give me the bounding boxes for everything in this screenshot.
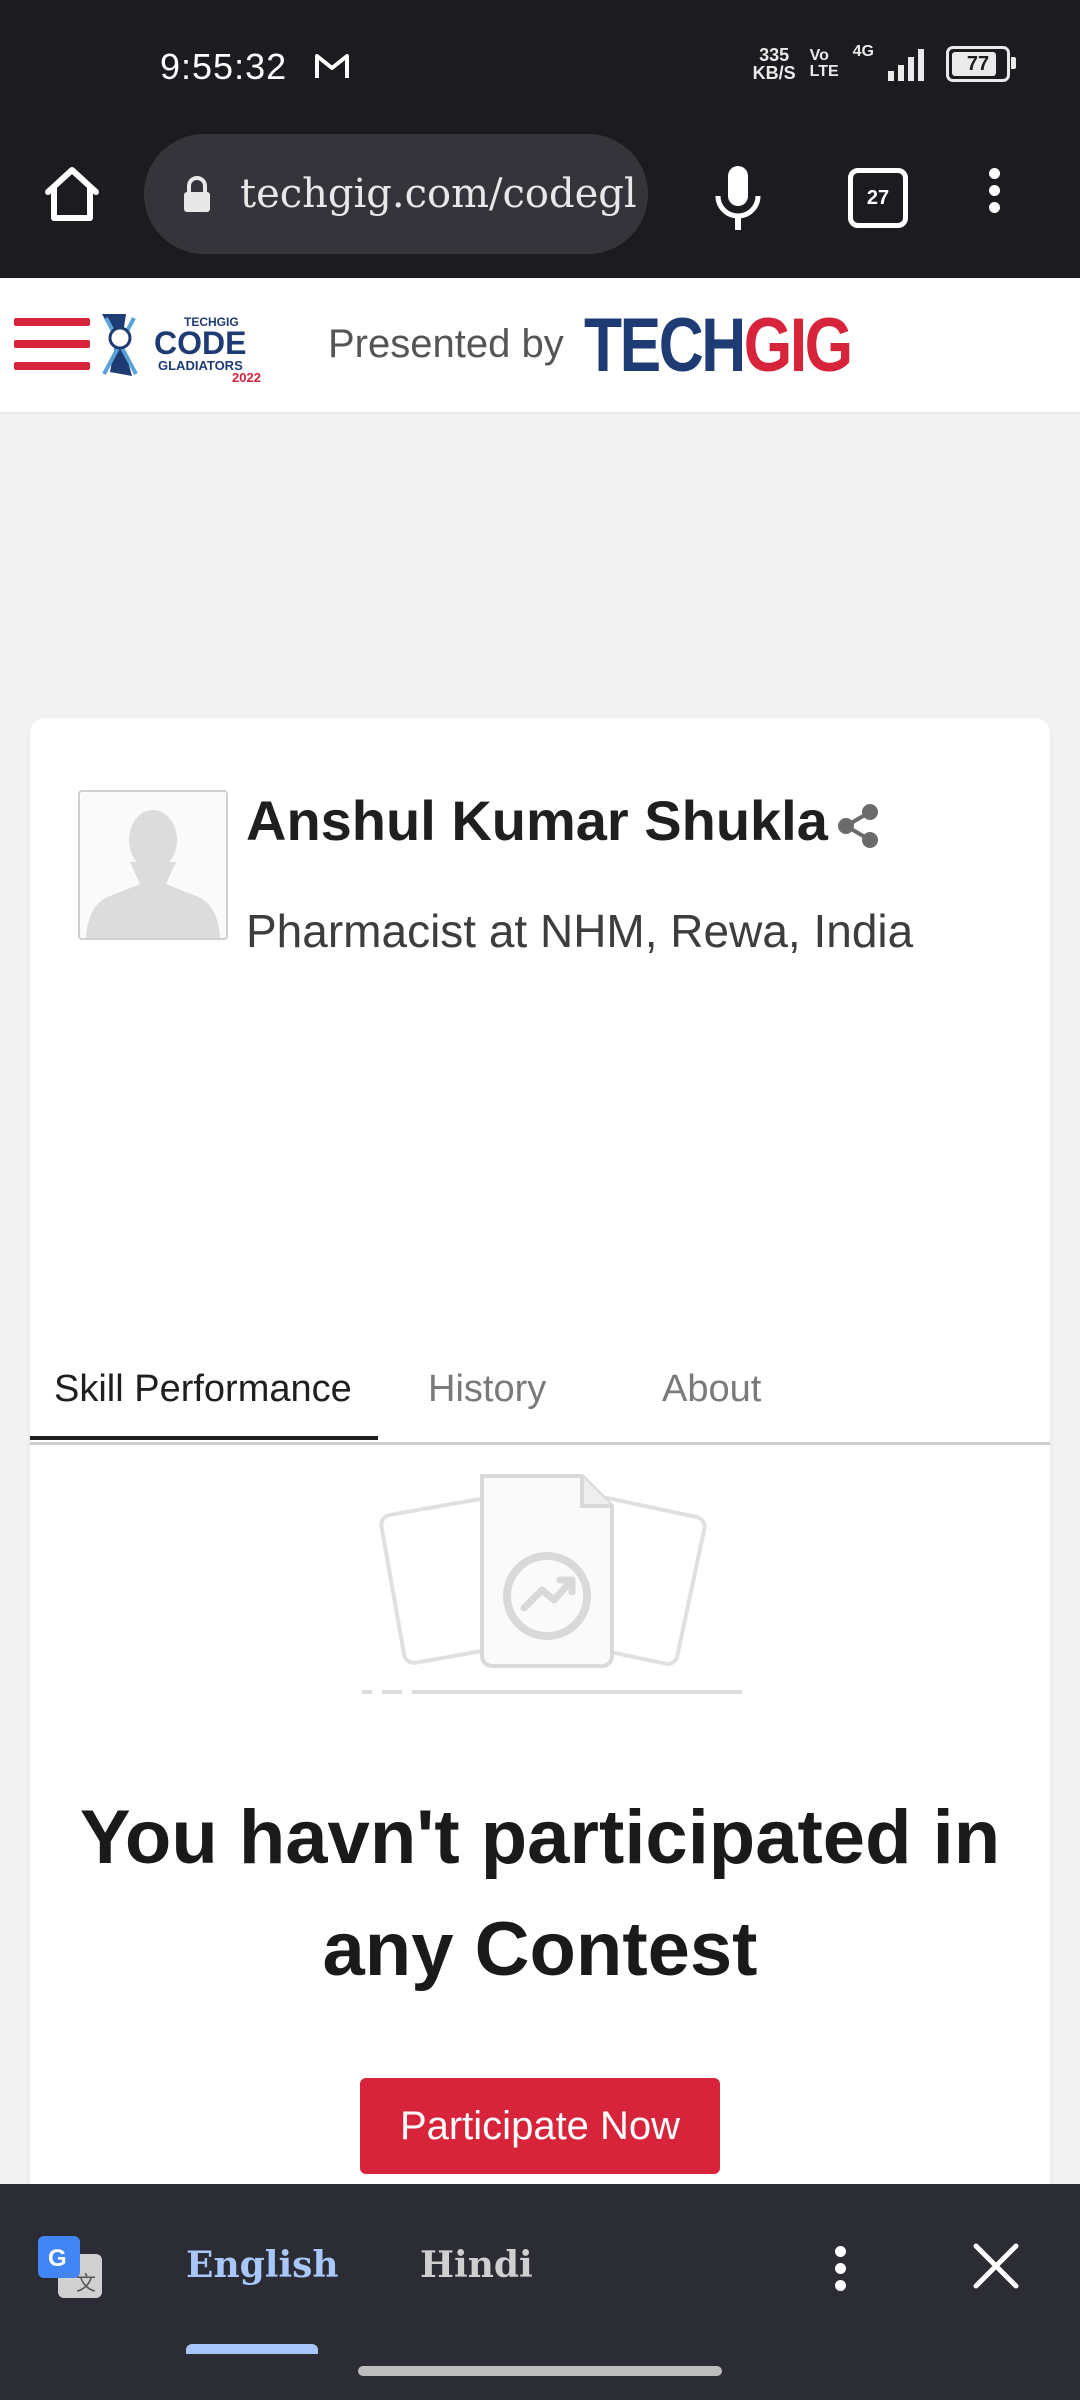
language-english[interactable]: English xyxy=(186,2244,339,2286)
hamburger-menu-icon[interactable] xyxy=(14,318,90,370)
empty-state-line-2: any Contest xyxy=(322,1907,758,1992)
tab-count: 27 xyxy=(866,186,890,209)
status-indicators: 335 KB/S Vo LTE 4G 77 xyxy=(753,43,1016,82)
avatar xyxy=(78,790,228,940)
default-avatar-icon xyxy=(86,810,220,938)
network-type: 4G xyxy=(852,43,874,60)
tabs-button[interactable]: 27 xyxy=(848,168,908,228)
network-speed: 335 KB/S xyxy=(753,46,796,82)
code-gladiators-logo[interactable]: TECHGIG CODE GLADIATORS 2022 xyxy=(96,310,282,384)
browser-menu-icon[interactable] xyxy=(982,162,1006,232)
empty-documents-illustration xyxy=(362,1474,742,1694)
techgig-logo-tech: TECH xyxy=(584,303,746,388)
network-speed-value: 335 xyxy=(759,45,790,65)
volte-bottom: LTE xyxy=(809,63,839,80)
status-time: 9:55:32 xyxy=(160,46,288,87)
volte-top: Vo xyxy=(809,47,829,64)
battery-icon: 77 xyxy=(946,46,1016,82)
home-icon[interactable] xyxy=(40,162,104,226)
active-tab-indicator xyxy=(30,1436,378,1440)
mic-icon[interactable] xyxy=(710,164,766,234)
participate-now-button[interactable]: Participate Now xyxy=(360,2078,720,2174)
translate-menu-icon[interactable] xyxy=(828,2240,852,2310)
logo-main-text: CODE xyxy=(154,325,246,361)
empty-state-line-1: You havn't participated in xyxy=(79,1795,1001,1880)
svg-text:G: G xyxy=(48,2245,67,2272)
techgig-logo-gig: GIG xyxy=(743,303,853,388)
battery-level: 77 xyxy=(966,52,990,75)
svg-text:文: 文 xyxy=(76,2271,96,2295)
presented-by-label: Presented by xyxy=(328,322,564,366)
tab-about[interactable]: About xyxy=(662,1368,761,1411)
browser-toolbar: techgig.com/codegl 27 xyxy=(0,128,1080,278)
lock-icon xyxy=(184,176,210,212)
tab-skill-performance[interactable]: Skill Performance xyxy=(54,1368,352,1411)
gesture-navigation-handle[interactable] xyxy=(358,2366,722,2376)
logo-sub-text: GLADIATORS xyxy=(158,358,243,373)
share-icon[interactable] xyxy=(836,802,880,850)
language-hindi[interactable]: Hindi xyxy=(420,2244,533,2286)
close-icon[interactable] xyxy=(968,2238,1024,2294)
empty-state-message: You havn't participated in any Contest xyxy=(30,1782,1050,2006)
gmail-icon xyxy=(315,54,349,78)
profile-role: Pharmacist at NHM, Rewa, India xyxy=(246,905,914,957)
selected-language-indicator xyxy=(186,2344,318,2354)
address-bar[interactable]: techgig.com/codegl xyxy=(144,134,648,254)
google-translate-icon[interactable]: G 文 xyxy=(36,2234,106,2304)
profile-tabs: Skill Performance History About xyxy=(30,1338,1050,1445)
profile-name: Anshul Kumar Shukla xyxy=(246,789,828,852)
logo-year-text: 2022 xyxy=(232,370,261,384)
site-header: TECHGIG CODE GLADIATORS 2022 Presented b… xyxy=(0,278,1080,414)
url-text: techgig.com/codegl xyxy=(240,171,637,217)
volte-indicator: Vo LTE xyxy=(810,48,839,80)
techgig-logo[interactable]: TECHGIG xyxy=(584,302,853,389)
tab-history[interactable]: History xyxy=(428,1368,546,1411)
network-speed-unit: KB/S xyxy=(752,63,796,83)
signal-icon xyxy=(888,49,924,81)
status-bar: 9:55:32 335 KB/S Vo LTE 4G 77 xyxy=(0,0,1080,128)
profile-card: Anshul Kumar Shukla Pharmacist at NHM, R… xyxy=(30,718,1050,2218)
